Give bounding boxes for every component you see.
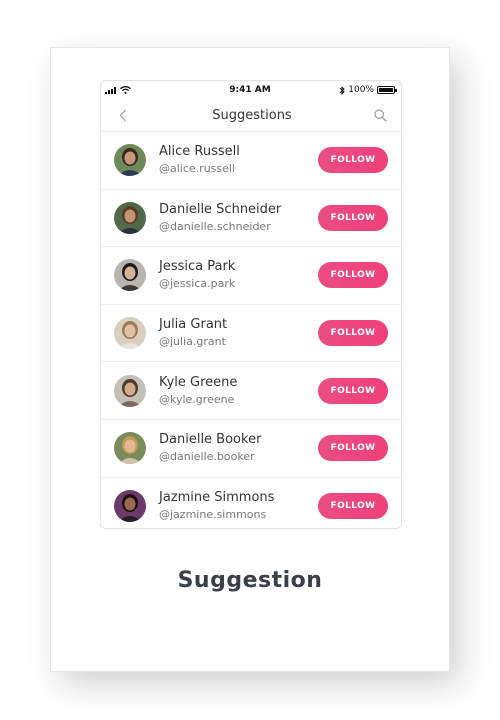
user-handle: @julia.grant — [159, 335, 226, 349]
user-handle: @jessica.park — [159, 277, 236, 291]
avatar[interactable] — [114, 432, 146, 465]
suggestion-list: Alice Russell @alice.russell FOLLOW Dani… — [101, 132, 401, 528]
avatar[interactable] — [114, 374, 146, 407]
search-button[interactable] — [373, 107, 389, 123]
follow-button[interactable]: FOLLOW — [318, 377, 388, 404]
caption-title: Suggestion — [177, 568, 323, 593]
nav-bar: Suggestions — [101, 99, 401, 132]
follow-button[interactable]: FOLLOW — [318, 493, 388, 520]
list-item: Julia Grant @julia.grant FOLLOW — [101, 305, 401, 363]
user-handle: @danielle.schneider — [159, 219, 271, 233]
back-button[interactable] — [115, 107, 131, 123]
user-handle: @jazmine.simmons — [159, 508, 267, 522]
avatar[interactable] — [114, 259, 146, 292]
follow-button[interactable]: FOLLOW — [318, 320, 388, 347]
status-time: 9:41 AM — [229, 85, 271, 95]
status-bar: 9:41 AM 100% — [101, 81, 401, 99]
page-title: Suggestions — [212, 107, 292, 123]
list-item: Kyle Greene @kyle.greene FOLLOW — [101, 362, 401, 420]
search-icon — [374, 108, 388, 122]
suggestion-card: 9:41 AM 100% Suggestions Alice Russell @… — [50, 47, 450, 672]
list-item: Danielle Booker @danielle.booker FOLLOW — [101, 420, 401, 478]
follow-button[interactable]: FOLLOW — [318, 262, 388, 289]
avatar[interactable] — [114, 144, 146, 177]
user-handle: @danielle.booker — [159, 450, 255, 464]
list-item: Alice Russell @alice.russell FOLLOW — [101, 132, 401, 190]
bluetooth-icon — [339, 85, 345, 95]
signal-icon — [105, 86, 116, 94]
chevron-left-icon — [119, 109, 126, 121]
user-name[interactable]: Danielle Booker — [159, 431, 318, 448]
user-name[interactable]: Kyle Greene — [159, 374, 318, 391]
follow-button[interactable]: FOLLOW — [318, 435, 388, 462]
user-name[interactable]: Danielle Schneider — [159, 201, 318, 218]
user-name[interactable]: Jazmine Simmons — [159, 489, 318, 506]
list-item: Jazmine Simmons @jazmine.simmons FOLLOW — [101, 478, 401, 528]
avatar[interactable] — [114, 490, 146, 523]
avatar[interactable] — [114, 201, 146, 234]
phone-screen: 9:41 AM 100% Suggestions Alice Russell @… — [100, 80, 402, 529]
follow-button[interactable]: FOLLOW — [318, 147, 388, 174]
list-item: Jessica Park @jessica.park FOLLOW — [101, 247, 401, 305]
user-handle: @alice.russell — [159, 162, 236, 176]
wifi-icon — [120, 86, 131, 94]
user-name[interactable]: Alice Russell — [159, 143, 318, 160]
battery-icon — [376, 86, 397, 94]
battery-percent: 100% — [348, 85, 374, 95]
list-item: Danielle Schneider @danielle.schneider F… — [101, 190, 401, 248]
avatar[interactable] — [114, 317, 146, 350]
user-handle: @kyle.greene — [159, 392, 235, 406]
user-name[interactable]: Julia Grant — [159, 316, 318, 333]
battery-level — [378, 88, 393, 92]
user-name[interactable]: Jessica Park — [159, 258, 318, 275]
follow-button[interactable]: FOLLOW — [318, 204, 388, 231]
